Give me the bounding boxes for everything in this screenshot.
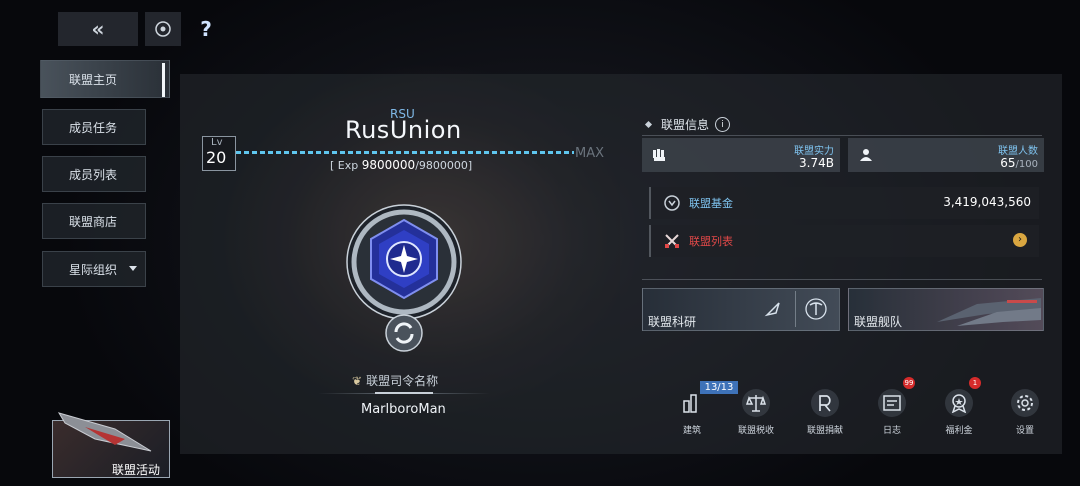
fund-row[interactable]: 联盟基金 3,419,043,560	[649, 187, 1039, 219]
exp-current: 9800000	[361, 158, 416, 172]
back-button[interactable]: «	[58, 12, 138, 46]
alliance-list-row[interactable]: 联盟列表 ›	[649, 225, 1039, 257]
fleet-label: 联盟舰队	[854, 315, 903, 329]
exp-progress-bar	[236, 151, 574, 154]
scales-icon	[742, 389, 770, 417]
feather-icon	[764, 302, 780, 317]
crossed-swords-icon	[665, 234, 679, 248]
commander-label-text: 联盟司令名称	[366, 374, 439, 388]
welfare-button[interactable]: 福利金	[937, 389, 981, 436]
sidebar-item-label: 联盟主页	[69, 72, 118, 87]
sidebar-item-shop[interactable]: 联盟商店	[42, 203, 146, 239]
research-divider	[795, 291, 796, 327]
info-icon[interactable]: i	[715, 117, 731, 132]
alliance-name: RusUnion	[345, 116, 462, 144]
log-button[interactable]: 日志	[870, 389, 914, 436]
fund-icon	[664, 195, 680, 211]
level-label: Lv	[211, 137, 223, 148]
change-emblem-button[interactable]	[384, 313, 424, 353]
buildings-button[interactable]: 建筑	[670, 389, 714, 436]
spaceship-icon	[57, 412, 152, 452]
exp-prefix: [ Exp	[330, 159, 362, 172]
log-label: 日志	[882, 426, 901, 436]
alliance-activity-label: 联盟活动	[112, 463, 161, 477]
fund-value: 3,419,043,560	[943, 195, 1031, 209]
level-value: 20	[206, 148, 227, 167]
max-label: MAX	[575, 146, 605, 161]
fleet-card[interactable]: 联盟舰队	[848, 288, 1044, 331]
welfare-badge: 1	[969, 377, 981, 389]
sidebar-item-member-tasks[interactable]: 成员任务	[42, 109, 146, 145]
fleet-ships-icon	[937, 298, 1041, 326]
donate-label: 联盟捐献	[806, 426, 843, 436]
log-icon	[878, 389, 906, 417]
tax-button[interactable]: 联盟税收	[734, 389, 778, 436]
fist-icon	[653, 149, 665, 161]
sidebar-item-label: 联盟商店	[69, 214, 118, 229]
sidebar-item-label: 星际组织	[69, 262, 118, 277]
power-card: 联盟实力 3.74B	[642, 138, 840, 172]
medal-icon	[945, 389, 973, 417]
research-card[interactable]: 联盟科研	[642, 288, 840, 331]
sidebar-item-label: 成员列表	[69, 167, 118, 182]
welfare-label: 福利金	[945, 426, 973, 436]
diamond-icon	[644, 120, 653, 129]
donate-button[interactable]: 联盟捐献	[803, 389, 847, 436]
spin-circle-icon	[155, 21, 171, 37]
members-value: 65	[1000, 156, 1016, 170]
alliance-info-title: 联盟信息 i	[644, 116, 731, 133]
power-label: 联盟实力	[794, 146, 834, 157]
members-value-wrap: 65/100	[1000, 156, 1038, 170]
double-chevron-left-icon: «	[91, 17, 105, 41]
buildings-count: 13/13	[700, 381, 738, 394]
settings-button[interactable]: 设置	[1003, 389, 1047, 436]
alliance-emblem[interactable]	[345, 203, 463, 321]
refresh-view-button[interactable]	[145, 12, 181, 46]
commander-accent	[375, 392, 433, 394]
laurel-icon: ❦	[352, 373, 363, 388]
settings-label: 设置	[1015, 426, 1034, 436]
tax-label: 联盟税收	[737, 426, 774, 436]
commander-label: ❦ 联盟司令名称	[352, 372, 438, 389]
exp-total: /9800000]	[415, 159, 473, 172]
sidebar-item-organization[interactable]: 星际组织	[42, 251, 146, 287]
power-value: 3.74B	[799, 156, 834, 170]
fund-label: 联盟基金	[689, 197, 733, 210]
info-divider	[642, 135, 1042, 136]
info-separator	[642, 279, 1042, 280]
alliance-list-label: 联盟列表	[689, 235, 733, 248]
chevron-right-icon: ›	[1013, 233, 1027, 247]
caret-down-icon	[129, 266, 137, 271]
donate-icon	[811, 389, 839, 417]
members-card: 联盟人数 65/100	[848, 138, 1044, 172]
log-badge: 99	[903, 377, 915, 389]
gear-icon	[1011, 389, 1039, 417]
person-icon	[860, 149, 872, 161]
buildings-label: 建筑	[682, 426, 701, 436]
sidebar-item-member-list[interactable]: 成员列表	[42, 156, 146, 192]
sidebar-item-label: 成员任务	[69, 120, 118, 135]
pickaxe-icon	[805, 298, 827, 320]
research-label: 联盟科研	[648, 315, 697, 329]
members-label: 联盟人数	[998, 146, 1038, 157]
help-button[interactable]: ?	[195, 14, 217, 44]
members-max: /100	[1015, 159, 1038, 170]
exp-text: [ Exp 9800000/9800000]	[330, 158, 472, 172]
info-title-text: 联盟信息	[661, 118, 710, 132]
commander-name: MarlboroMan	[361, 402, 446, 417]
sidebar-item-home[interactable]: 联盟主页	[40, 60, 170, 98]
